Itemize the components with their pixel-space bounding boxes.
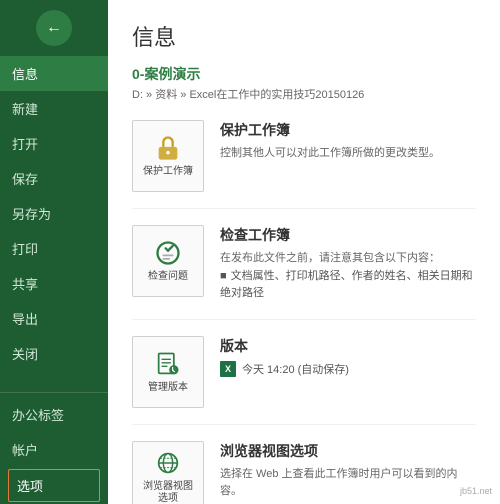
card-inspect-desc: 在发布此文件之前，请注意其包含以下内容： [220, 250, 476, 268]
card-browser: 浏览器视图选项 浏览器视图选项 选择在 Web 上查看此工作簿时用户可以看到的内… [132, 441, 476, 504]
file-name: 0-案例演示 [132, 64, 476, 84]
sidebar-item-new[interactable]: 新建 [0, 91, 108, 126]
versions-icon [154, 350, 182, 378]
card-browser-label: 浏览器视图选项 [143, 481, 193, 504]
card-inspect-item: ■文档属性、打印机路径、作者的姓名、相关日期和绝对路径 [220, 268, 476, 303]
card-versions: 管理版本 版本 X 今天 14:20 (自动保存) [132, 336, 476, 425]
card-inspect-label: 检查问题 [148, 271, 188, 283]
sidebar-item-close[interactable]: 关闭 [0, 336, 108, 371]
sidebar-item-tags[interactable]: 办公标签 [0, 397, 108, 432]
sidebar-item-share[interactable]: 共享 [0, 266, 108, 301]
sidebar-item-saveas[interactable]: 另存为 [0, 196, 108, 231]
card-browser-desc: 选择在 Web 上查看此工作簿时用户可以看到的内容。 [220, 466, 476, 501]
sidebar-item-open[interactable]: 打开 [0, 126, 108, 161]
card-versions-icon[interactable]: 管理版本 [132, 336, 204, 408]
sidebar-item-save[interactable]: 保存 [0, 161, 108, 196]
main-content: 信息 0-案例演示 D: » 资料 » Excel在工作中的实用技巧201501… [108, 0, 500, 504]
card-protect-content: 保护工作簿 控制其他人可以对此工作簿所做的更改类型。 [220, 120, 476, 163]
card-protect-title: 保护工作簿 [220, 120, 476, 140]
card-browser-title: 浏览器视图选项 [220, 441, 476, 461]
sidebar-item-info[interactable]: 信息 [0, 56, 108, 91]
card-versions-title: 版本 [220, 336, 476, 356]
sidebar: ← 信息 新建 打开 保存 另存为 打印 共享 导出 关闭 办公标签 帐户 选项 [0, 0, 108, 504]
sidebar-item-options[interactable]: 选项 [8, 469, 100, 502]
sidebar-item-print[interactable]: 打印 [0, 231, 108, 266]
card-inspect-content: 检查工作簿 在发布此文件之前，请注意其包含以下内容： ■文档属性、打印机路径、作… [220, 225, 476, 303]
card-inspect-icon[interactable]: 检查问题 [132, 225, 204, 297]
inspect-icon [154, 239, 182, 267]
card-versions-content: 版本 X 今天 14:20 (自动保存) [220, 336, 476, 377]
card-inspect: 检查问题 检查工作簿 在发布此文件之前，请注意其包含以下内容： ■文档属性、打印… [132, 225, 476, 320]
back-button[interactable]: ← [36, 10, 72, 46]
version-text: 今天 14:20 (自动保存) [242, 361, 349, 377]
card-inspect-title: 检查工作簿 [220, 225, 476, 245]
sidebar-item-export[interactable]: 导出 [0, 301, 108, 336]
card-versions-label: 管理版本 [148, 382, 188, 394]
version-row: X 今天 14:20 (自动保存) [220, 361, 476, 377]
card-protect-label: 保护工作簿 [143, 166, 193, 178]
excel-icon: X [220, 361, 236, 377]
card-browser-icon[interactable]: 浏览器视图选项 [132, 441, 204, 504]
watermark: jb51.net [460, 486, 492, 496]
card-protect-icon[interactable]: 保护工作簿 [132, 120, 204, 192]
lock-icon [154, 134, 182, 162]
card-browser-content: 浏览器视图选项 选择在 Web 上查看此工作簿时用户可以看到的内容。 [220, 441, 476, 501]
browser-icon [154, 449, 182, 477]
sidebar-item-account[interactable]: 帐户 [0, 432, 108, 467]
page-title: 信息 [132, 20, 476, 52]
card-protect-desc: 控制其他人可以对此工作簿所做的更改类型。 [220, 145, 476, 163]
file-path: D: » 资料 » Excel在工作中的实用技巧20150126 [132, 86, 476, 102]
card-protect: 保护工作簿 保护工作簿 控制其他人可以对此工作簿所做的更改类型。 [132, 120, 476, 209]
